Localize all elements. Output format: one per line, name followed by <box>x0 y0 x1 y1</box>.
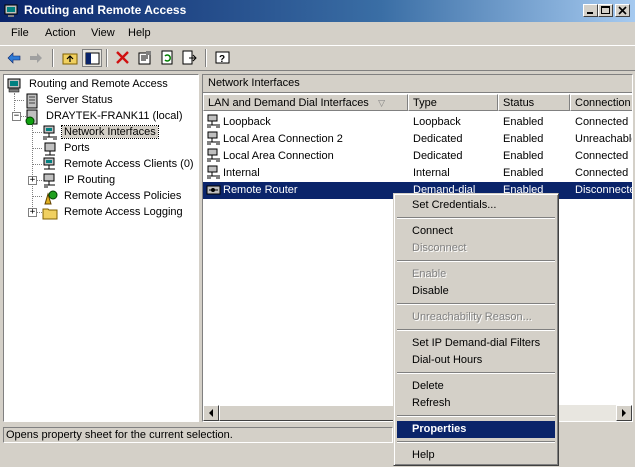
tree-label: Network Interfaces <box>61 125 159 139</box>
scroll-right-button[interactable] <box>616 405 632 421</box>
menu-item-disconnect: Disconnect <box>412 242 467 254</box>
delete-button[interactable] <box>113 49 133 67</box>
svg-text:?: ? <box>219 54 225 65</box>
table-row[interactable]: Local Area Connection 2 Dedicated Enable… <box>203 131 632 148</box>
menu-item-dialout-hours[interactable]: Dial-out Hours <box>397 352 555 369</box>
scroll-left-button[interactable] <box>203 405 219 421</box>
scroll-thumb[interactable] <box>219 405 399 421</box>
sort-arrow-icon: ▽ <box>378 98 385 108</box>
mmc-window: Routing and Remote Access File Action Vi… <box>0 0 635 467</box>
network-interface-icon <box>207 131 220 145</box>
scroll-left-icon <box>209 409 213 417</box>
table-row[interactable]: Loopback Loopback Enabled Connected <box>203 114 632 131</box>
network-interface-icon <box>207 114 220 128</box>
maximize-icon <box>601 6 610 14</box>
help-icon: ? <box>215 51 230 65</box>
tree-label: Remote Access Logging <box>64 206 183 218</box>
server-online-icon <box>25 109 38 125</box>
window-title: Routing and Remote Access <box>24 3 187 17</box>
menu-help[interactable]: Help <box>128 27 151 39</box>
menu-item-properties[interactable]: Properties <box>397 421 555 438</box>
network-interface-icon <box>207 148 220 162</box>
menu-action[interactable]: Action <box>45 27 76 39</box>
tree-label: Remote Access Policies <box>64 190 182 202</box>
menu-item-set-ip-filters[interactable]: Set IP Demand-dial Filters <box>397 335 555 352</box>
network-interface-icon <box>207 165 220 179</box>
ip-routing-icon <box>43 173 55 188</box>
menu-item-disable[interactable]: Disable <box>397 283 555 300</box>
export-list-button[interactable] <box>179 49 199 67</box>
console-tree[interactable]: Routing and Remote Access Server Status … <box>3 74 199 422</box>
column-header-name[interactable]: LAN and Demand Dial Interfaces ▽ <box>203 94 408 111</box>
ports-icon <box>44 142 56 156</box>
policies-icon <box>44 190 58 205</box>
help-button[interactable]: ? <box>213 49 233 67</box>
properties-icon <box>138 51 151 65</box>
minimize-button[interactable] <box>583 4 598 17</box>
console-tree-icon <box>85 52 100 65</box>
tree-label: IP Routing <box>64 174 116 186</box>
expand-ip-routing-toggle[interactable]: + <box>28 176 37 185</box>
show-hide-tree-button[interactable] <box>82 49 102 67</box>
column-header-status[interactable]: Status <box>498 94 570 111</box>
minimize-icon <box>587 12 593 14</box>
folder-up-icon <box>62 53 78 65</box>
folder-icon <box>42 208 58 220</box>
tree-label: Server Status <box>46 94 113 106</box>
delete-x-icon <box>116 51 129 64</box>
column-headers: LAN and Demand Dial Interfaces ▽ Type St… <box>203 94 632 111</box>
server-status-icon <box>26 93 38 109</box>
tree-label: Ports <box>64 142 90 154</box>
menu-item-enable: Enable <box>412 268 447 280</box>
close-icon <box>618 6 627 15</box>
back-button[interactable] <box>4 49 24 67</box>
scroll-right-icon <box>622 409 626 417</box>
menu-file[interactable]: File <box>11 27 29 39</box>
export-list-icon <box>182 50 197 65</box>
context-menu: Set Credentials... Connect Disconnect En… <box>393 193 559 466</box>
network-interfaces-icon <box>43 125 57 140</box>
properties-button[interactable] <box>135 49 155 67</box>
menu-bar: File Action View Help <box>0 23 635 44</box>
maximize-button[interactable] <box>598 4 613 17</box>
tree-label: Remote Access Clients (0) <box>64 158 194 170</box>
refresh-icon <box>161 50 173 65</box>
menu-item-connect[interactable]: Connect <box>397 223 555 240</box>
up-one-level-button[interactable] <box>60 49 80 67</box>
expand-logging-toggle[interactable]: + <box>28 208 37 217</box>
forward-button[interactable] <box>26 49 46 67</box>
table-row[interactable]: Internal Internal Enabled Connected <box>203 165 632 182</box>
status-text: Opens property sheet for the current sel… <box>3 427 393 443</box>
table-row[interactable]: Local Area Connection Dedicated Enabled … <box>203 148 632 165</box>
computer-icon <box>7 78 21 93</box>
collapse-server-toggle[interactable]: − <box>12 112 21 121</box>
forward-arrow-icon <box>30 53 42 63</box>
details-pane-title: Network Interfaces <box>203 75 632 93</box>
column-header-type[interactable]: Type <box>408 94 498 111</box>
column-header-connection[interactable]: Connection <box>570 94 632 111</box>
menu-item-refresh[interactable]: Refresh <box>397 395 555 412</box>
menu-item-unreachability-reason: Unreachability Reason... <box>412 311 532 323</box>
rras-app-icon[interactable] <box>4 3 20 19</box>
toolbar: ? <box>0 45 635 71</box>
tree-label: Routing and Remote Access <box>29 78 168 90</box>
close-button[interactable] <box>615 4 630 17</box>
demand-dial-icon <box>206 185 221 195</box>
back-arrow-icon <box>7 52 21 64</box>
refresh-button[interactable] <box>157 49 177 67</box>
menu-item-set-credentials[interactable]: Set Credentials... <box>397 197 555 214</box>
title-bar[interactable]: Routing and Remote Access <box>0 0 635 22</box>
remote-clients-icon <box>43 157 55 170</box>
tree-label: DRAYTEK-FRANK11 (local) <box>46 110 183 122</box>
menu-item-help[interactable]: Help <box>397 447 555 464</box>
menu-item-delete[interactable]: Delete <box>397 378 555 395</box>
menu-view[interactable]: View <box>91 27 115 39</box>
